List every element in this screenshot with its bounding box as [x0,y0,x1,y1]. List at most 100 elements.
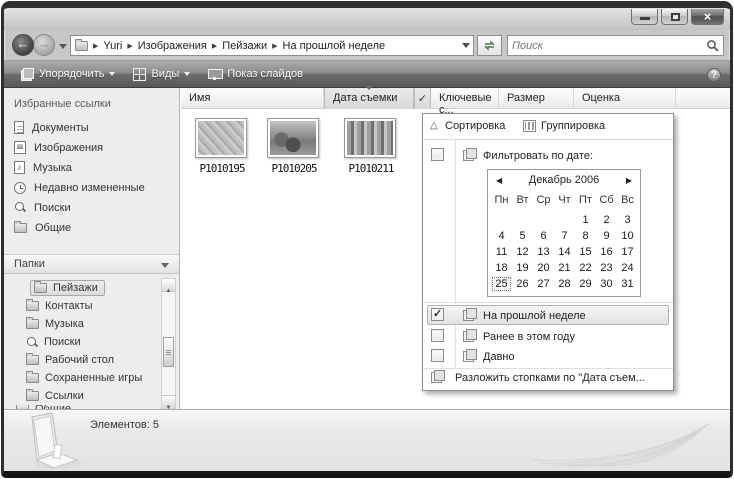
help-button[interactable]: ? [707,68,721,82]
tree-item-saved-games[interactable]: Сохраненные игры [22,369,149,387]
calendar-day[interactable]: 9 [596,228,617,244]
last-week-label[interactable]: На прошлой неделе [483,310,586,322]
address-breadcrumb-bar[interactable]: ▶ Yuri ▶ Изображения ▶ Пейзажи ▶ На прош… [70,35,474,56]
scrollbar-thumb[interactable] [163,337,174,367]
breadcrumb-item-yuri[interactable]: Yuri [103,40,122,52]
organize-label: Упорядочить [39,68,104,80]
tree-item-label: Рабочий стол [45,354,114,366]
tree-scrollbar[interactable]: ▲ ▼ [161,278,176,409]
calendar-day[interactable]: 15 [575,244,596,260]
tree-item-searches[interactable]: Поиски [22,333,88,351]
calendar-day[interactable]: 8 [575,228,596,244]
slideshow-button[interactable]: Показ слайдов [199,63,312,85]
last-week-checkbox[interactable] [431,308,444,321]
file-item[interactable]: P1010195 [195,118,249,175]
calendar-day[interactable]: 6 [533,228,554,244]
calendar-day[interactable]: 24 [617,260,638,276]
calendar-day[interactable]: 27 [533,276,554,292]
calendar-day[interactable]: 3 [617,212,638,228]
file-item[interactable]: P1010205 [267,118,321,175]
sort-triangle-icon: △ [430,120,438,131]
crumb-separator-icon: ▶ [212,42,217,50]
search-folder-icon [14,201,26,214]
column-header-rating[interactable]: Оценка [574,88,676,109]
sidebar-item-public[interactable]: Общие [4,218,179,237]
calendar-day[interactable]: 29 [575,276,596,292]
breadcrumb-item-landscapes[interactable]: Пейзажи [222,40,267,52]
sidebar-item-documents[interactable]: Документы [4,118,179,137]
calendar-day[interactable]: 23 [596,260,617,276]
back-button[interactable]: ← [12,34,34,56]
sidebar-item-recent[interactable]: Недавно измененные [4,178,179,197]
filter-by-date-checkbox[interactable] [431,148,444,161]
refresh-button[interactable] [477,35,502,56]
calendar-day[interactable]: 14 [554,244,575,260]
views-button[interactable]: Виды [124,63,199,85]
stack-by-date-action[interactable]: Разложить стопками по "Дата съем... [423,366,673,390]
filter-option-long-ago[interactable] [423,347,673,367]
refresh-icon [483,39,496,52]
calendar-day[interactable]: 28 [554,276,575,292]
tree-item-landscapes[interactable]: Пейзажи [30,279,105,297]
calendar-day[interactable]: 13 [533,244,554,260]
tree-item-contacts[interactable]: Контакты [22,297,100,315]
breadcrumb-item-pictures[interactable]: Изображения [138,40,207,52]
sidebar-item-searches[interactable]: Поиски [4,198,179,217]
calendar-day[interactable]: 22 [575,260,596,276]
scroll-up-button[interactable]: ▲ [162,279,175,292]
calendar-day[interactable]: 18 [491,260,512,276]
large-folder-icon [20,411,86,471]
calendar-day[interactable]: 21 [554,260,575,276]
calendar-day[interactable]: 26 [512,276,533,292]
calendar-day[interactable]: 19 [512,260,533,276]
sidebar-item-pictures[interactable]: Изображения [4,138,179,157]
column-header-filter-check[interactable]: ✓ [414,88,431,109]
file-item[interactable]: P1010211 [344,118,398,175]
sidebar-item-music[interactable]: Музыка [4,158,179,177]
folders-band[interactable]: Папки [4,254,179,274]
scroll-down-button[interactable]: ▼ [162,395,175,408]
calendar-day[interactable]: 2 [596,212,617,228]
long-ago-checkbox[interactable] [431,349,444,362]
back-arrow-icon: ← [13,36,33,51]
earlier-this-year-label[interactable]: Ранее в этом году [483,331,575,343]
tree-item-links[interactable]: Ссылки [22,387,91,405]
group-option[interactable]: Группировка [541,120,605,132]
calendar-day[interactable]: 17 [617,244,638,260]
calendar-day[interactable]: 20 [533,260,554,276]
recent-pages-chevron-icon[interactable] [59,44,67,49]
search-input[interactable] [512,37,692,54]
breadcrumb-item-last-week[interactable]: На прошлой неделе [283,40,386,52]
calendar-day[interactable]: 16 [596,244,617,260]
minimize-button[interactable] [631,9,658,25]
next-month-button[interactable]: ▶ [626,176,632,185]
column-header-date-taken[interactable]: Дата съемки [324,88,414,109]
column-header-keywords[interactable]: Ключевые с... [431,88,499,109]
music-folder-icon [26,319,39,329]
long-ago-label[interactable]: Давно [483,351,515,363]
calendar-day[interactable]: 31 [617,276,638,292]
calendar-day[interactable]: 12 [512,244,533,260]
column-header-size[interactable]: Размер [499,88,574,109]
calendar-day-focused[interactable]: 25 [491,276,512,292]
calendar-day[interactable]: 5 [512,228,533,244]
calendar-day[interactable]: 10 [617,228,638,244]
calendar-day[interactable]: 11 [491,244,512,260]
file-list-area: Имя Дата съемки ✓ Ключевые с... Размер О… [181,88,730,409]
address-dropdown-icon[interactable] [462,43,470,48]
filter-by-date-label[interactable]: Фильтровать по дате: [483,150,593,162]
calendar-day[interactable]: 30 [596,276,617,292]
calendar-day[interactable]: 1 [575,212,596,228]
title-bar: × [4,8,730,30]
tree-item-music[interactable]: Музыка [22,315,91,333]
maximize-button[interactable] [661,9,688,25]
calendar-day[interactable]: 7 [554,228,575,244]
tree-item-desktop[interactable]: Рабочий стол [22,351,121,369]
earlier-this-year-checkbox[interactable] [431,329,444,342]
column-header-name[interactable]: Имя [181,88,324,109]
organize-button[interactable]: Упорядочить [12,63,124,85]
forward-button[interactable]: → [33,34,55,56]
calendar-day[interactable]: 4 [491,228,512,244]
close-button[interactable]: × [691,9,724,25]
sort-option[interactable]: Сортировка [445,120,505,132]
